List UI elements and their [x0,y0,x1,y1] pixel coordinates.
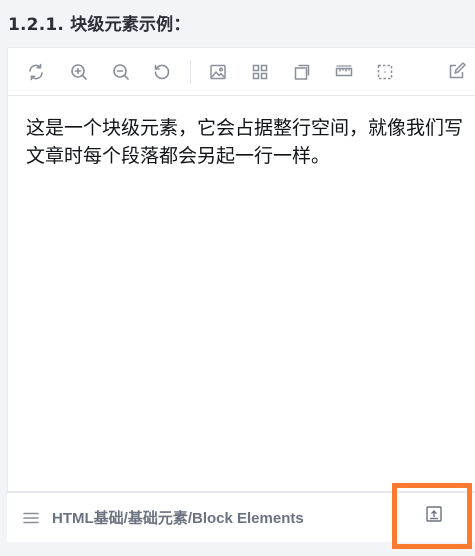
menu-icon[interactable] [21,508,41,528]
block-element-example-text: 这是一个块级元素，它会占据整行空间，就像我们写文章时每个段落都会另起一行一样。 [26,117,464,167]
zoom-in-icon[interactable] [69,62,89,82]
upload-icon[interactable] [425,505,443,523]
toolbar [8,48,475,96]
grid-icon[interactable] [250,62,270,82]
layers-icon[interactable] [292,62,312,82]
section-title: 1.2.1. 块级元素示例： [8,15,191,35]
ruler-icon[interactable] [334,62,354,82]
preview-panel: 这是一个块级元素，它会占据整行空间，就像我们写文章时每个段落都会另起一行一样。 [7,47,475,492]
breadcrumb: HTML基础/基础元素/Block Elements [52,510,304,527]
select-icon[interactable] [375,62,395,82]
refresh-icon[interactable] [26,62,46,82]
reset-icon[interactable] [152,62,172,82]
zoom-out-icon[interactable] [111,62,131,82]
page: 1.2.1. 块级元素示例： 这是一个块级元素，它会占据整行空间，就像我们写文章… [0,0,475,556]
edit-icon[interactable] [446,62,466,82]
image-icon[interactable] [208,62,228,82]
toolbar-separator [190,60,191,84]
